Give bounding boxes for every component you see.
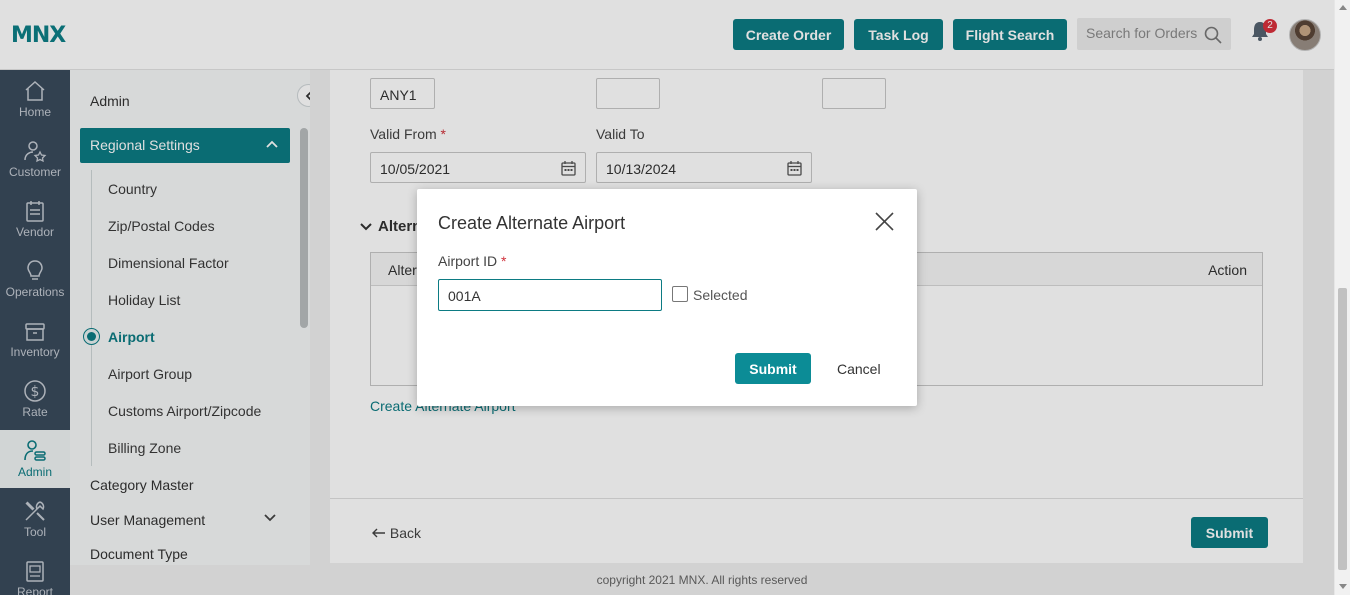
- create-alternate-airport-modal: Create Alternate Airport Airport ID * 00…: [417, 189, 917, 406]
- required-marker: *: [501, 253, 507, 269]
- airport-id-input[interactable]: 001A: [438, 279, 662, 311]
- scrollbar-thumb[interactable]: [1338, 288, 1347, 570]
- modal-cancel-button[interactable]: Cancel: [837, 361, 881, 377]
- page-scrollbar[interactable]: [1334, 0, 1350, 595]
- modal-submit-button[interactable]: Submit: [735, 353, 811, 384]
- airport-id-label: Airport ID *: [438, 253, 506, 269]
- selected-checkbox-label: Selected: [693, 287, 748, 303]
- scroll-up-icon[interactable]: [1339, 5, 1347, 10]
- close-icon[interactable]: [875, 212, 894, 231]
- modal-title: Create Alternate Airport: [438, 213, 626, 233]
- selected-checkbox[interactable]: [672, 286, 688, 302]
- airport-id-label-text: Airport ID: [438, 253, 498, 269]
- scroll-down-icon[interactable]: [1339, 584, 1347, 589]
